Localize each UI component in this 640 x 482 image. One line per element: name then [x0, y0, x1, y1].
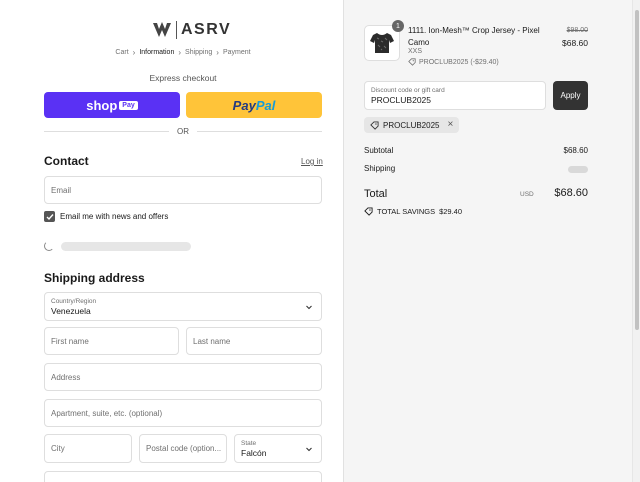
newsletter-checkbox[interactable] — [44, 211, 55, 222]
postal-code-field[interactable]: Postal code (option... — [139, 434, 227, 463]
current-price: $68.60 — [562, 38, 588, 48]
discount-code-value: PROCLUB2025 — [371, 94, 432, 105]
breadcrumb-payment: Payment — [222, 49, 251, 56]
product-name: 1111. Ion-Mesh™ Crop Jersey - Pixel Camo — [408, 26, 540, 47]
state-value: Falcón — [241, 447, 267, 458]
scrollbar-thumb[interactable] — [635, 10, 639, 330]
loading-placeholder — [61, 242, 191, 251]
checkmark-icon — [46, 213, 54, 220]
express-checkout-title: Express checkout — [149, 73, 217, 83]
newsletter-option[interactable]: Email me with news and offers — [44, 211, 168, 222]
country-label: Country/Region — [51, 297, 97, 305]
tag-icon — [370, 120, 379, 130]
email-placeholder: Email — [51, 185, 72, 195]
product-variant: XXS — [408, 48, 423, 55]
shop-pay-button[interactable]: shop Pay — [44, 92, 180, 118]
subtotal-value: $68.60 — [563, 146, 588, 155]
shipping-label: Shipping — [364, 164, 396, 173]
quantity-badge: 1 — [392, 20, 404, 32]
postal-code-placeholder: Postal code (option... — [146, 444, 222, 453]
city-field[interactable]: City — [44, 434, 132, 463]
applied-discount-chip: PROCLUB2025 × — [364, 117, 460, 133]
brand-name: ASRV — [181, 21, 232, 38]
subtotal-label: Subtotal — [364, 146, 394, 155]
tag-icon — [364, 207, 373, 216]
login-link[interactable]: Log in — [301, 157, 323, 166]
shipping-loading-placeholder — [568, 166, 588, 173]
country-value: Venezuela — [51, 305, 91, 316]
last-name-field[interactable]: Last name — [186, 327, 322, 355]
breadcrumb-cart[interactable]: Cart — [115, 49, 128, 56]
chevron-down-icon — [306, 447, 312, 451]
state-select[interactable]: State Falcón — [234, 434, 322, 463]
divider-line — [197, 131, 322, 132]
apartment-placeholder: Apartment, suite, etc. (optional) — [51, 408, 163, 418]
chevron-right-icon: › — [216, 48, 219, 57]
order-summary-panel — [343, 0, 632, 482]
product-discount-label: PROCLUB2025 (-$29.40) — [419, 58, 499, 66]
or-label: OR — [177, 127, 189, 136]
loading-spinner-icon — [44, 241, 54, 251]
apartment-field[interactable]: Apartment, suite, etc. (optional) — [44, 399, 322, 427]
close-icon[interactable]: × — [447, 120, 453, 130]
paypal-wordmark-part2: Pal — [255, 97, 276, 113]
breadcrumb: Cart › Information › Shipping › Payment — [0, 48, 343, 57]
email-field[interactable]: Email — [44, 176, 322, 204]
or-divider: OR — [44, 127, 322, 136]
tag-icon — [408, 58, 416, 66]
contact-heading: Contact — [44, 154, 89, 168]
address-placeholder: Address — [51, 372, 81, 382]
country-select[interactable]: Country/Region Venezuela — [44, 292, 322, 321]
discount-code-label: Discount code or gift card — [371, 86, 445, 94]
brand-logo[interactable]: ASRV — [152, 20, 231, 40]
state-label: State — [241, 439, 257, 447]
total-savings-value: $29.40 — [439, 207, 463, 216]
applied-discount-code: PROCLUB2025 — [383, 120, 440, 130]
logo-divider — [176, 21, 177, 39]
phone-field[interactable] — [44, 471, 322, 482]
page-scrollbar[interactable] — [632, 0, 640, 482]
breadcrumb-shipping: Shipping — [185, 49, 213, 56]
total-label: Total — [364, 188, 388, 200]
total-savings-label: TOTAL SAVINGS — [377, 207, 436, 216]
city-placeholder: City — [51, 444, 65, 453]
last-name-placeholder: Last name — [193, 336, 231, 346]
jersey-image-icon — [370, 33, 394, 53]
paypal-wordmark-part1: Pay — [232, 97, 256, 113]
discount-code-input[interactable]: Discount code or gift card PROCLUB2025 — [364, 81, 546, 110]
first-name-placeholder: First name — [51, 336, 89, 346]
original-price: $98.00 — [566, 27, 588, 34]
address-field[interactable]: Address — [44, 363, 322, 391]
shop-pay-badge: Pay — [119, 100, 138, 110]
chevron-right-icon: › — [178, 48, 182, 57]
total-savings: TOTAL SAVINGS $29.40 — [364, 207, 462, 216]
divider-line — [44, 131, 169, 132]
checkout-form-panel: ASRV Cart › Information › Shipping › Pay… — [0, 0, 343, 482]
apply-button[interactable]: Apply — [553, 81, 588, 110]
product-discount: PROCLUB2025 (-$29.40) — [408, 58, 499, 66]
chevron-right-icon: › — [132, 48, 136, 57]
newsletter-label: Email me with news and offers — [60, 212, 169, 221]
breadcrumb-information: Information — [139, 49, 175, 56]
shop-pay-wordmark: shop — [86, 97, 118, 113]
total-value: $68.60 — [554, 187, 588, 199]
shipping-address-heading: Shipping address — [44, 271, 145, 285]
chevron-down-icon — [306, 305, 312, 309]
first-name-field[interactable]: First name — [44, 327, 179, 355]
asrv-logo-icon — [153, 22, 171, 37]
paypal-button[interactable]: Pay Pal — [186, 92, 322, 118]
total-currency: USD — [520, 191, 534, 198]
